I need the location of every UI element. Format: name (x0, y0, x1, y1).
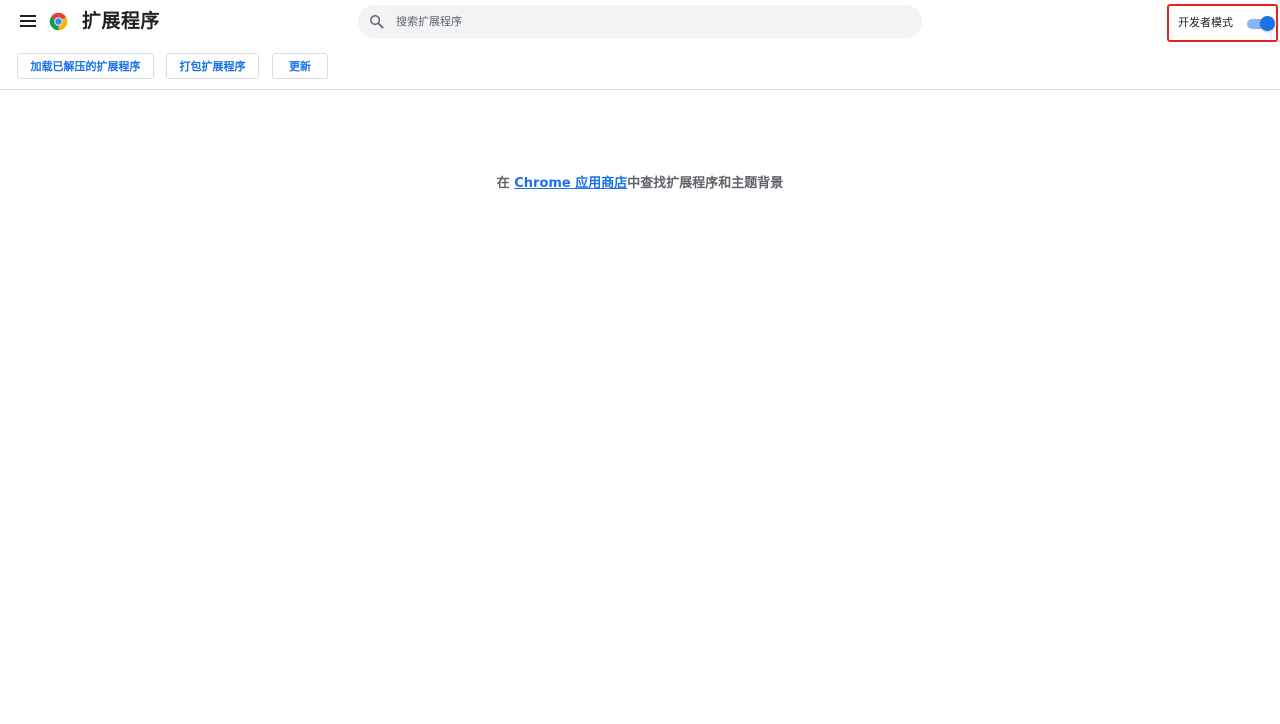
pack-extension-button[interactable]: 打包扩展程序 (166, 53, 259, 79)
page-title: 扩展程序 (82, 10, 161, 32)
chrome-web-store-link[interactable]: Chrome 应用商店 (514, 176, 627, 191)
search-box[interactable] (358, 5, 922, 38)
developer-mode-label: 开发者模式 (1178, 16, 1233, 29)
empty-state-message: 在 Chrome 应用商店中查找扩展程序和主题背景 (0, 175, 1280, 193)
toolbar: 加载已解压的扩展程序 打包扩展程序 更新 (0, 44, 1280, 90)
chrome-logo-icon (49, 12, 68, 31)
search-icon (370, 15, 384, 29)
toggle-knob (1260, 16, 1275, 31)
empty-message-prefix: 在 (496, 176, 515, 191)
hamburger-menu-icon[interactable] (16, 9, 40, 33)
load-unpacked-button[interactable]: 加载已解压的扩展程序 (17, 53, 154, 79)
developer-mode-toggle[interactable] (1247, 16, 1275, 31)
developer-mode-control: 开发者模式 (1167, 4, 1278, 42)
header: 扩展程序 开发者模式 (0, 0, 1280, 44)
empty-message-suffix: 中查找扩展程序和主题背景 (627, 176, 784, 191)
update-button[interactable]: 更新 (272, 53, 328, 79)
search-input[interactable] (396, 5, 896, 38)
